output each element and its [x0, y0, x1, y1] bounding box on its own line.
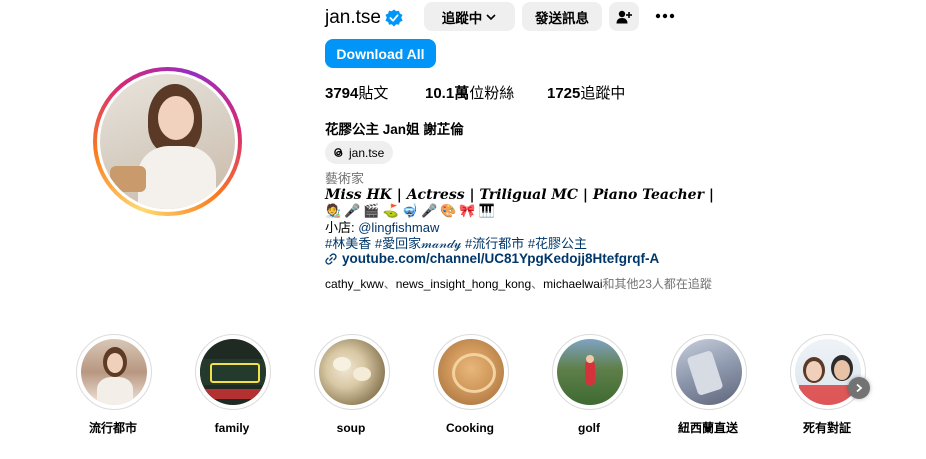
followed-by-suffix: 和其他23人都在追蹤 [602, 277, 712, 291]
highlight-cover [200, 339, 266, 405]
external-link-text: youtube.com/channel/UC81YpgKedojj8Htefgr… [342, 251, 660, 266]
threads-handle: jan.tse [349, 145, 385, 160]
bio-emoji: 🎤 [344, 203, 361, 218]
bio-shop-line: 小店: @lingfishmaw [325, 220, 439, 236]
avatar-photo [100, 74, 235, 209]
highlight-item[interactable]: golf [549, 334, 629, 435]
external-link[interactable]: youtube.com/channel/UC81YpgKedojj8Htefgr… [325, 251, 659, 267]
threads-icon [334, 148, 343, 157]
add-user-icon [616, 10, 632, 23]
highlights-next-button[interactable] [848, 377, 870, 399]
shop-prefix: 小店: [325, 220, 359, 235]
highlight-item[interactable]: soup [311, 334, 391, 435]
highlight-label: family [214, 421, 250, 435]
highlight-label: 流行都市 [88, 421, 137, 435]
following-value: 1725 [547, 85, 581, 102]
more-options-button[interactable] [652, 4, 678, 28]
following-count[interactable]: 1725追蹤中 [547, 85, 625, 103]
profile-avatar[interactable] [93, 67, 242, 216]
highlight-label: golf [578, 421, 600, 435]
bio-emoji: 🎨 [440, 203, 457, 218]
bio-emoji: 🎬 [363, 203, 380, 218]
highlight-label: 死有對証 [802, 421, 851, 435]
bio-emoji-row: 🧑‍🎨 🎤 🎬 ⛳ 🤿 🎤 🎨 🎀 🎹 [325, 202, 495, 219]
highlight-cover [676, 339, 742, 405]
profile-full-name: 花膠公主 Jan姐 謝芷倫 [325, 122, 464, 137]
highlight-cover [557, 339, 623, 405]
following-label: 追蹤中 [580, 85, 626, 102]
shop-mention-link[interactable]: @lingfishmaw [358, 220, 439, 235]
chevron-right-icon [856, 383, 863, 393]
followers-label: 位粉絲 [469, 85, 515, 102]
posts-value: 3794 [325, 85, 359, 102]
highlight-item[interactable]: family [192, 334, 272, 435]
posts-count: 3794貼文 [325, 85, 388, 103]
followers-count[interactable]: 10.1萬位粉絲 [425, 85, 514, 103]
followed-by-line[interactable]: cathy_kww、news_insight_hong_kong、michael… [325, 277, 712, 292]
message-button-label: 發送訊息 [535, 10, 589, 26]
followed-by-user: cathy_kww [325, 277, 384, 291]
bio-emoji: 🧑‍🎨 [325, 203, 342, 218]
bio-emoji: 🎹 [478, 203, 495, 218]
bio-emoji: 🎀 [459, 203, 476, 218]
add-user-button[interactable] [609, 2, 639, 31]
threads-badge[interactable]: jan.tse [325, 141, 394, 164]
highlight-item[interactable]: 紐西蘭直送 [668, 334, 748, 435]
profile-category: 藝術家 [325, 171, 365, 186]
profile-username: jan.tse [325, 7, 381, 28]
following-button[interactable]: 追蹤中 [424, 2, 515, 31]
more-options-icon [655, 13, 675, 19]
highlight-cover [438, 339, 504, 405]
highlight-item[interactable]: Cooking [430, 334, 510, 435]
followers-value: 10.1萬 [425, 85, 470, 102]
highlight-label: 紐西蘭直送 [677, 421, 738, 435]
highlight-item[interactable]: 流行都市 [73, 334, 153, 435]
followed-by-user: news_insight_hong_kong [395, 277, 532, 291]
bio-hashtags[interactable]: #林美香 #愛回家𝓂𝒶𝓃𝒹𝓎 #流行都市 #花膠公主 [325, 236, 587, 252]
link-icon [325, 253, 337, 265]
highlight-label: Cooking [446, 421, 494, 435]
bio-emoji: 🤿 [401, 203, 418, 218]
bio-emoji: ⛳ [382, 203, 399, 218]
following-button-label: 追蹤中 [441, 10, 483, 26]
highlight-cover [81, 339, 147, 405]
followed-by-user: michaelwai [543, 277, 603, 291]
chevron-down-icon [486, 13, 496, 20]
message-button[interactable]: 發送訊息 [522, 2, 602, 31]
bio-emoji: 🎤 [420, 203, 438, 218]
verified-badge-icon [385, 9, 403, 27]
highlight-label: soup [336, 421, 366, 435]
download-all-button[interactable]: Download All [325, 39, 436, 68]
posts-label: 貼文 [358, 85, 389, 102]
highlight-cover [319, 339, 385, 405]
